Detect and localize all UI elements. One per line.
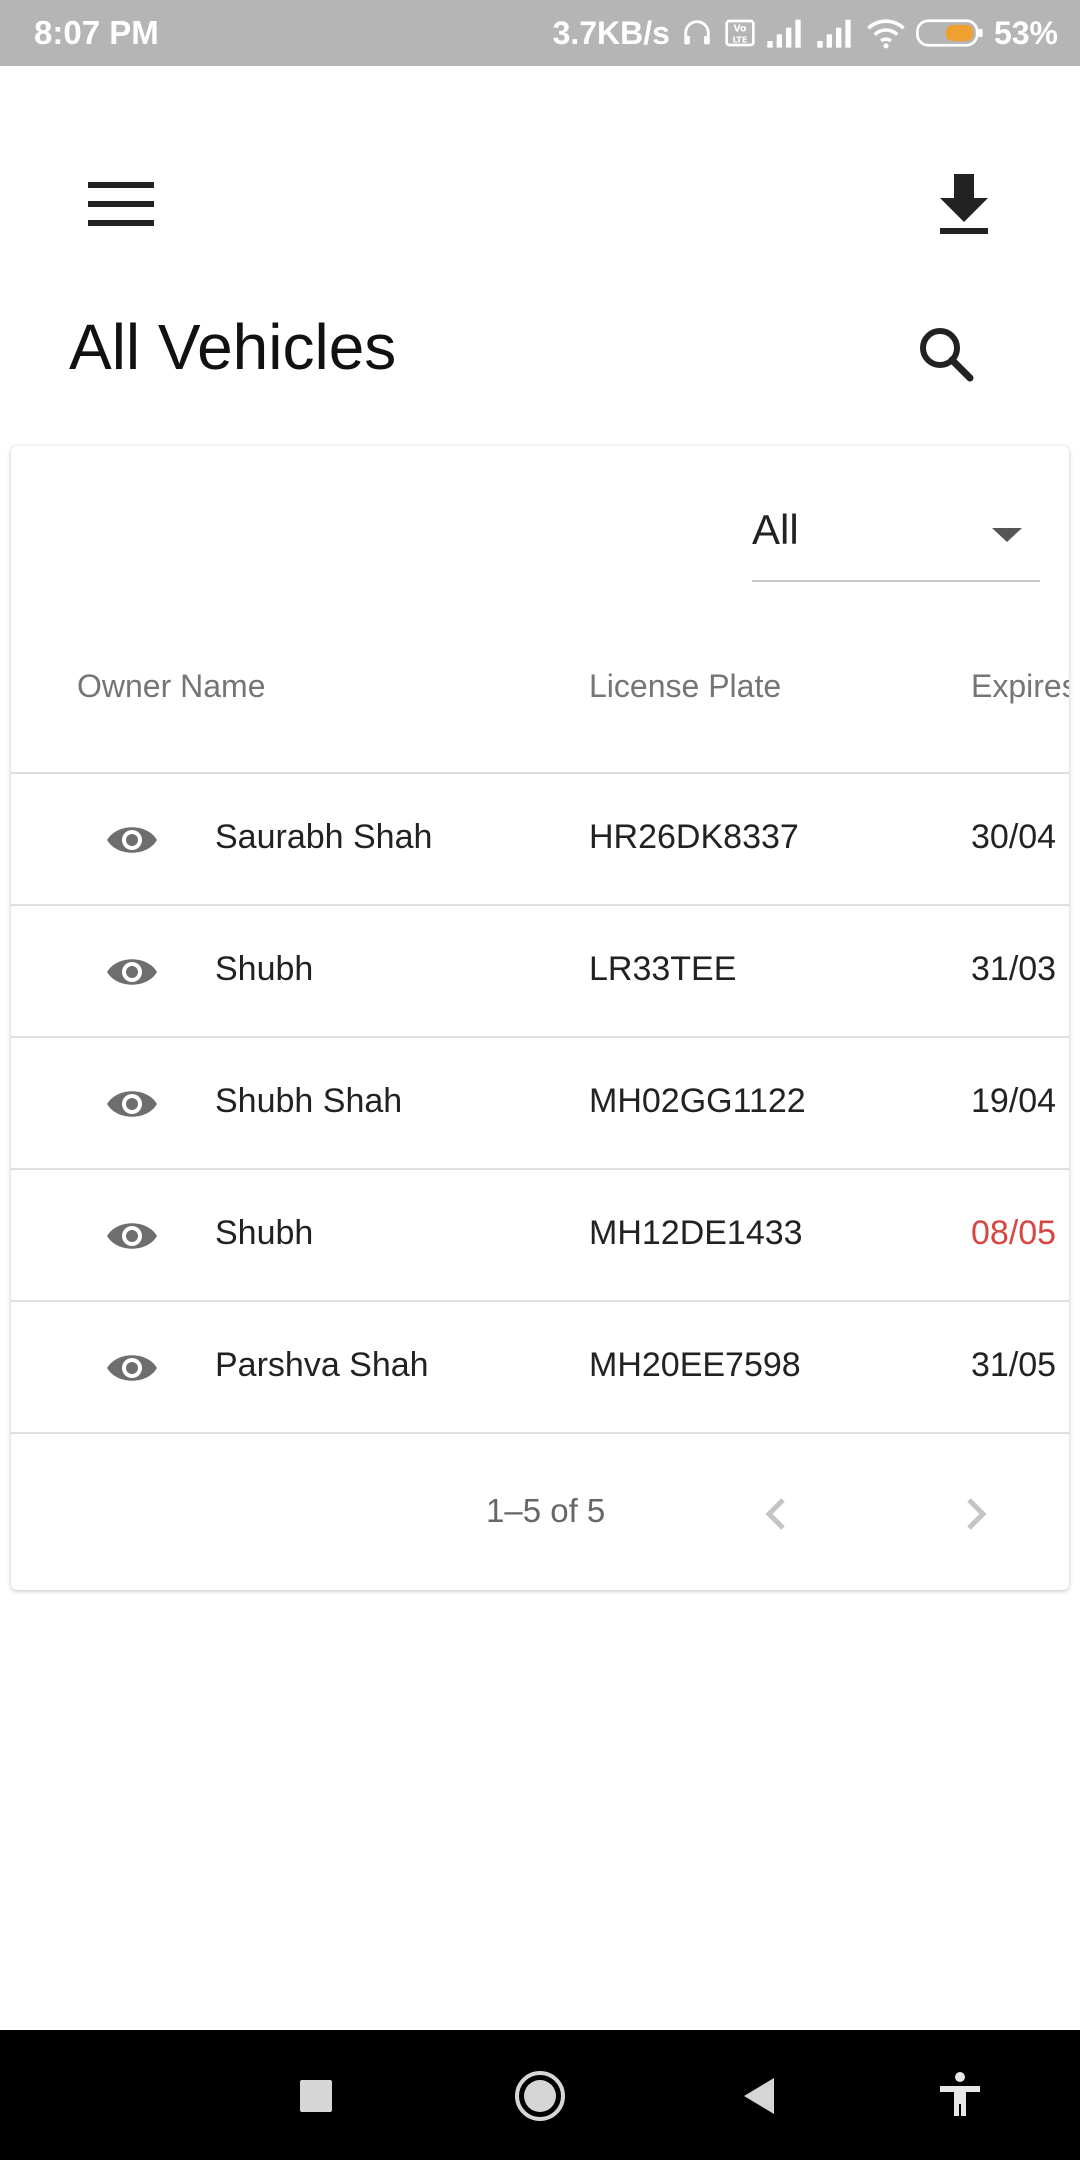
back-button[interactable]	[728, 2064, 792, 2128]
table-row[interactable]: Parshva Shah MH20EE7598 31/05	[11, 1302, 1069, 1434]
filter-selected-value: All	[752, 506, 799, 553]
table-header: Owner Name License Plate Expires	[11, 616, 1069, 774]
table-row[interactable]: Saurabh Shah HR26DK8337 30/04	[11, 774, 1069, 906]
expires-cell: 30/04	[971, 818, 1057, 856]
volte-icon: VoLTE	[725, 19, 755, 47]
navigation-bar	[0, 2030, 1080, 2160]
home-button[interactable]	[508, 2064, 572, 2128]
expires-cell: 31/03	[971, 950, 1057, 988]
menu-icon	[88, 182, 154, 226]
download-button[interactable]	[932, 168, 996, 240]
signal-icon	[817, 19, 851, 48]
status-icons: 3.7KB/s Vo LTE 53%	[553, 12, 1058, 54]
owner-name-cell: Parshva Shah	[215, 1346, 429, 1384]
back-triangle-icon	[744, 2078, 774, 2114]
status-bar: 8:07 PM 3.7KB/s Vo LTE 53%	[0, 0, 1080, 66]
chevron-right-icon	[967, 1498, 987, 1530]
download-icon	[940, 174, 988, 234]
page-title: All Vehicles	[69, 311, 397, 383]
accessibility-button[interactable]	[928, 2064, 992, 2128]
search-icon	[920, 328, 974, 382]
expires-cell: 19/04	[971, 1082, 1057, 1120]
headphones-icon	[684, 20, 710, 45]
table-row[interactable]: Shubh MH12DE1433 08/05	[11, 1170, 1069, 1302]
expires-cell-expired: 08/05	[971, 1214, 1057, 1252]
status-time: 8:07 PM	[34, 14, 159, 51]
svg-text:LTE: LTE	[733, 35, 748, 44]
table-row[interactable]: Shubh LR33TEE 31/03	[11, 906, 1069, 1038]
owner-name-cell: Saurabh Shah	[215, 818, 433, 856]
dropdown-arrow-icon	[992, 528, 1022, 542]
view-eye-icon[interactable]	[105, 1081, 159, 1127]
owner-name-cell: Shubh	[215, 950, 314, 988]
search-button[interactable]	[910, 318, 982, 390]
table-row[interactable]: Shubh Shah MH02GG1122 19/04	[11, 1038, 1069, 1170]
license-plate-cell: LR33TEE	[589, 950, 737, 988]
recents-square-icon	[300, 2080, 332, 2112]
home-circle-icon	[515, 2071, 565, 2121]
license-plate-cell: MH02GG1122	[589, 1082, 806, 1120]
battery-percent: 53%	[993, 14, 1058, 51]
view-eye-icon[interactable]	[105, 817, 159, 863]
table-body: Saurabh Shah HR26DK8337 30/04 Shubh LR33…	[11, 774, 1069, 1434]
column-header-owner[interactable]: Owner Name	[77, 668, 266, 705]
view-eye-icon[interactable]	[105, 1345, 159, 1391]
chevron-left-icon	[765, 1498, 785, 1530]
network-speed: 3.7KB/s	[552, 14, 670, 51]
owner-name-cell: Shubh	[215, 1214, 314, 1252]
menu-button[interactable]	[80, 170, 162, 238]
owner-name-cell: Shubh Shah	[215, 1082, 403, 1120]
view-eye-icon[interactable]	[105, 949, 159, 995]
accessibility-icon	[940, 2072, 980, 2116]
license-plate-cell: MH20EE7598	[589, 1346, 801, 1384]
column-header-plate[interactable]: License Plate	[589, 668, 781, 705]
svg-text:Vo: Vo	[733, 24, 746, 35]
signal-icon	[767, 19, 801, 48]
view-eye-icon[interactable]	[105, 1213, 159, 1259]
battery-icon	[915, 19, 983, 47]
expires-cell: 31/05	[971, 1346, 1057, 1384]
pagination-info: 1–5 of 5	[486, 1492, 606, 1529]
previous-page-button[interactable]	[751, 1486, 801, 1542]
filter-dropdown[interactable]: All	[752, 502, 1040, 582]
vehicles-card: All Owner Name License Plate Expires Sau…	[11, 446, 1069, 1590]
license-plate-cell: MH12DE1433	[589, 1214, 803, 1252]
pagination: 1–5 of 5	[11, 1446, 1069, 1590]
column-header-expires[interactable]: Expires	[971, 668, 1069, 705]
license-plate-cell: HR26DK8337	[589, 818, 799, 856]
wifi-icon	[867, 19, 905, 49]
recents-button[interactable]	[284, 2064, 348, 2128]
next-page-button[interactable]	[951, 1486, 1001, 1542]
